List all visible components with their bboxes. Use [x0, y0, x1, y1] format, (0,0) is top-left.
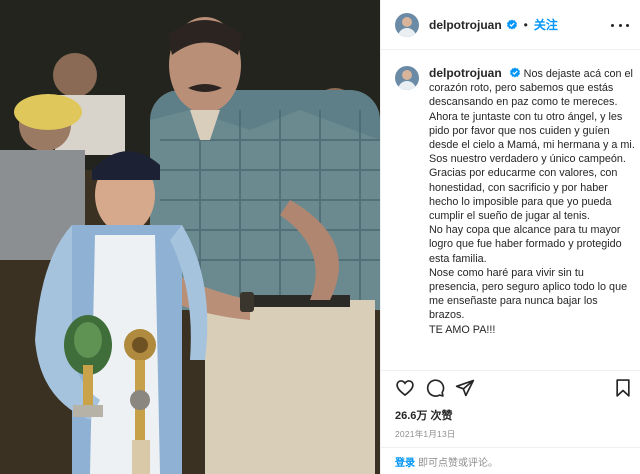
login-bar: 登录 即可点赞或评论。 — [381, 447, 640, 474]
post-photo — [0, 0, 380, 474]
comment-icon[interactable] — [425, 378, 445, 398]
author-avatar[interactable] — [395, 12, 419, 37]
header-separator: • — [523, 17, 528, 32]
post-actions — [381, 370, 640, 404]
heart-icon[interactable] — [395, 378, 415, 398]
caption-body: delpotrojuan Nos dejaste acá con el cora… — [429, 66, 635, 362]
bookmark-icon[interactable] — [613, 378, 633, 398]
post-header: delpotrojuan • 关注 — [381, 0, 640, 50]
caption-text-3: No hay copa que alcance para tu mayor lo… — [429, 224, 625, 265]
caption-text-1: Nos dejaste acá con el corazón roto, per… — [429, 68, 635, 152]
author-username[interactable]: delpotrojuan — [429, 18, 502, 32]
post-caption: delpotrojuan Nos dejaste acá con el cora… — [395, 66, 635, 362]
post-sidebar: delpotrojuan • 关注 delpotrojuan Nos dejas… — [380, 0, 640, 474]
follow-button[interactable]: 关注 — [534, 16, 558, 33]
verified-badge-icon — [509, 67, 521, 79]
post-date: 2021年1月13日 — [395, 429, 456, 439]
verified-badge-icon — [506, 19, 518, 31]
photo-illustration — [0, 0, 380, 474]
caption-avatar[interactable] — [395, 66, 419, 90]
paper-plane-icon[interactable] — [455, 378, 475, 398]
caption-text-2: Sos nuestro verdadero y único campeón. G… — [429, 153, 629, 223]
caption-username[interactable]: delpotrojuan — [429, 66, 502, 80]
likes-count[interactable]: 26.6万 次赞 — [395, 407, 452, 423]
caption-text-5: TE AMO PA!!! — [429, 323, 496, 336]
login-prompt-text: 即可点赞或评论。 — [418, 457, 498, 469]
login-link[interactable]: 登录 — [395, 454, 415, 469]
more-options-icon[interactable] — [611, 17, 629, 33]
caption-text-4: Nose como haré para vivir sin tu presenc… — [429, 266, 631, 322]
